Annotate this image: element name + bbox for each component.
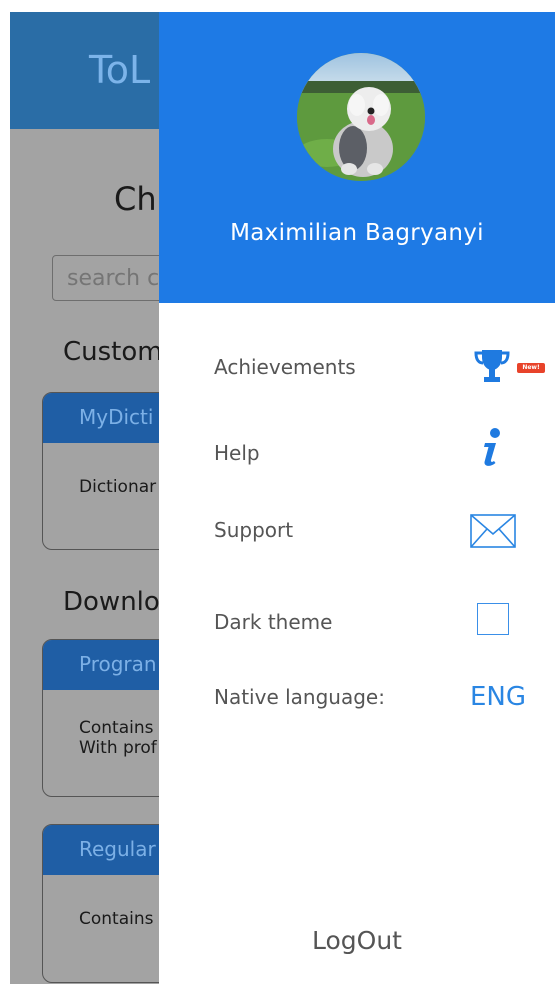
- section-title-downloaded: Downlo: [63, 587, 160, 617]
- menu-label: Native language:: [214, 685, 385, 709]
- menu-label: Dark theme: [214, 610, 333, 634]
- user-name: Maximilian Bagryanyi: [230, 220, 484, 246]
- drawer-header: Maximilian Bagryanyi: [159, 12, 555, 303]
- avatar[interactable]: [297, 53, 425, 181]
- app-title: ToL: [89, 48, 151, 92]
- menu-item-support[interactable]: Support: [159, 500, 555, 560]
- logout-button[interactable]: LogOut: [159, 926, 555, 955]
- new-badge: New!: [517, 363, 545, 373]
- section-title-custom: Custom: [63, 337, 163, 367]
- menu-label: Achievements: [214, 355, 356, 379]
- menu-item-help[interactable]: Help: [159, 421, 555, 481]
- info-icon: [477, 427, 505, 471]
- menu-label: Help: [214, 441, 260, 465]
- dark-theme-checkbox[interactable]: [477, 603, 509, 635]
- language-selector[interactable]: ENG: [470, 682, 526, 712]
- trophy-icon: [473, 347, 511, 389]
- dog-photo-icon: [297, 53, 425, 181]
- mail-icon: [470, 514, 516, 552]
- page-heading: Ch: [114, 180, 157, 218]
- menu-item-achievements[interactable]: Achievements: [159, 337, 555, 397]
- navigation-drawer: Maximilian Bagryanyi Achievements New! H…: [159, 12, 555, 984]
- menu-label: Support: [214, 518, 294, 542]
